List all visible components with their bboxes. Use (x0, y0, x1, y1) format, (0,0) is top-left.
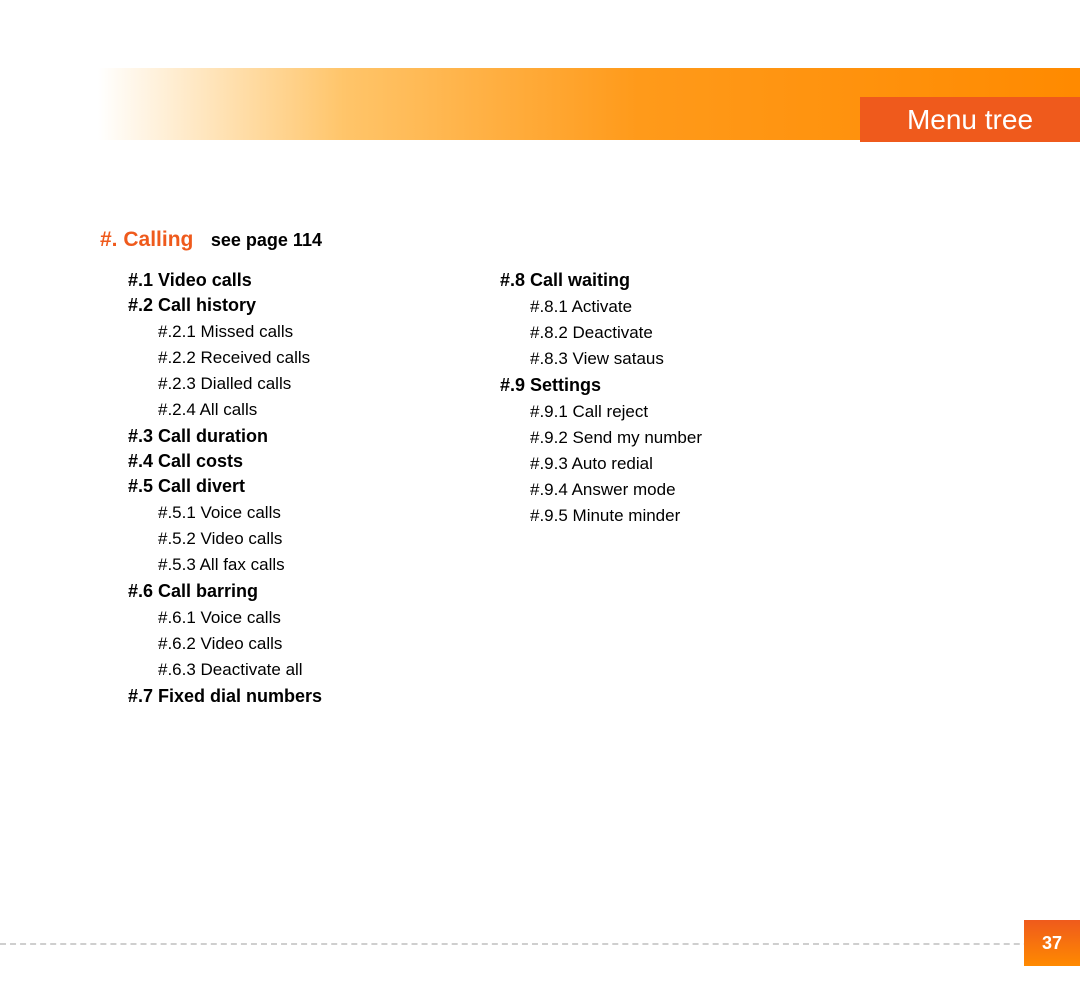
header-tab: Menu tree (860, 97, 1080, 142)
menu-item-fixed-dial: #.7 Fixed dial numbers (100, 686, 400, 707)
menu-item-video-calls: #.1 Video calls (100, 270, 400, 291)
menu-subitem-barring-video: #.6.2 Video calls (100, 634, 400, 654)
menu-subitem-divert-video: #.5.2 Video calls (100, 529, 400, 549)
section-page-ref: see page 114 (211, 230, 322, 250)
menu-subitem-waiting-status: #.8.3 View sataus (472, 349, 772, 369)
menu-subitem-minute-minder: #.9.5 Minute minder (472, 506, 772, 526)
menu-item-call-history: #.2 Call history (100, 295, 400, 316)
menu-subitem-dialled-calls: #.2.3 Dialled calls (100, 374, 400, 394)
section-title: #. Calling see page 114 (100, 228, 980, 252)
footer-divider (0, 943, 1080, 945)
menu-item-call-barring: #.6 Call barring (100, 581, 400, 602)
menu-item-call-costs: #.4 Call costs (100, 451, 400, 472)
menu-column-1: #.1 Video calls #.2 Call history #.2.1 M… (100, 266, 400, 711)
section-name: Calling (123, 228, 193, 251)
menu-subitem-answer-mode: #.9.4 Answer mode (472, 480, 772, 500)
menu-subitem-missed-calls: #.2.1 Missed calls (100, 322, 400, 342)
menu-item-call-divert: #.5 Call divert (100, 476, 400, 497)
menu-subitem-call-reject: #.9.1 Call reject (472, 402, 772, 422)
menu-columns: #.1 Video calls #.2 Call history #.2.1 M… (100, 266, 980, 711)
menu-item-call-duration: #.3 Call duration (100, 426, 400, 447)
menu-subitem-divert-fax: #.5.3 All fax calls (100, 555, 400, 575)
menu-subitem-all-calls: #.2.4 All calls (100, 400, 400, 420)
menu-subitem-divert-voice: #.5.1 Voice calls (100, 503, 400, 523)
page-number: 37 (1042, 933, 1062, 954)
menu-subitem-send-number: #.9.2 Send my number (472, 428, 772, 448)
content-area: #. Calling see page 114 #.1 Video calls … (100, 228, 980, 711)
menu-subitem-received-calls: #.2.2 Received calls (100, 348, 400, 368)
menu-subitem-auto-redial: #.9.3 Auto redial (472, 454, 772, 474)
menu-item-call-waiting: #.8 Call waiting (472, 270, 772, 291)
menu-subitem-waiting-activate: #.8.1 Activate (472, 297, 772, 317)
menu-item-settings: #.9 Settings (472, 375, 772, 396)
menu-subitem-barring-deactivate: #.6.3 Deactivate all (100, 660, 400, 680)
page-number-box: 37 (1024, 920, 1080, 966)
header-tab-text: Menu tree (907, 104, 1033, 136)
section-number: #. (100, 228, 118, 251)
menu-subitem-waiting-deactivate: #.8.2 Deactivate (472, 323, 772, 343)
menu-subitem-barring-voice: #.6.1 Voice calls (100, 608, 400, 628)
menu-column-2: #.8 Call waiting #.8.1 Activate #.8.2 De… (472, 266, 772, 711)
